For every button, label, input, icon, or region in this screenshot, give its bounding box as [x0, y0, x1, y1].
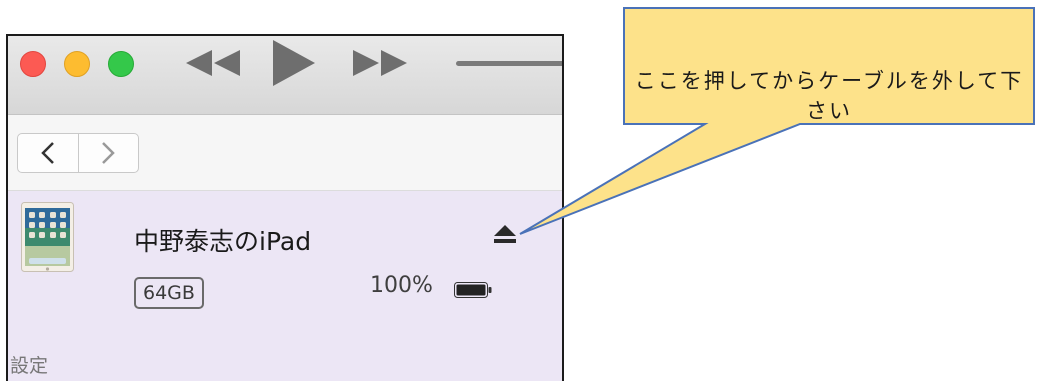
callout-text: ここを押してからケーブルを外して下さい: [634, 69, 1024, 123]
callout-balloon: [519, 7, 1035, 235]
